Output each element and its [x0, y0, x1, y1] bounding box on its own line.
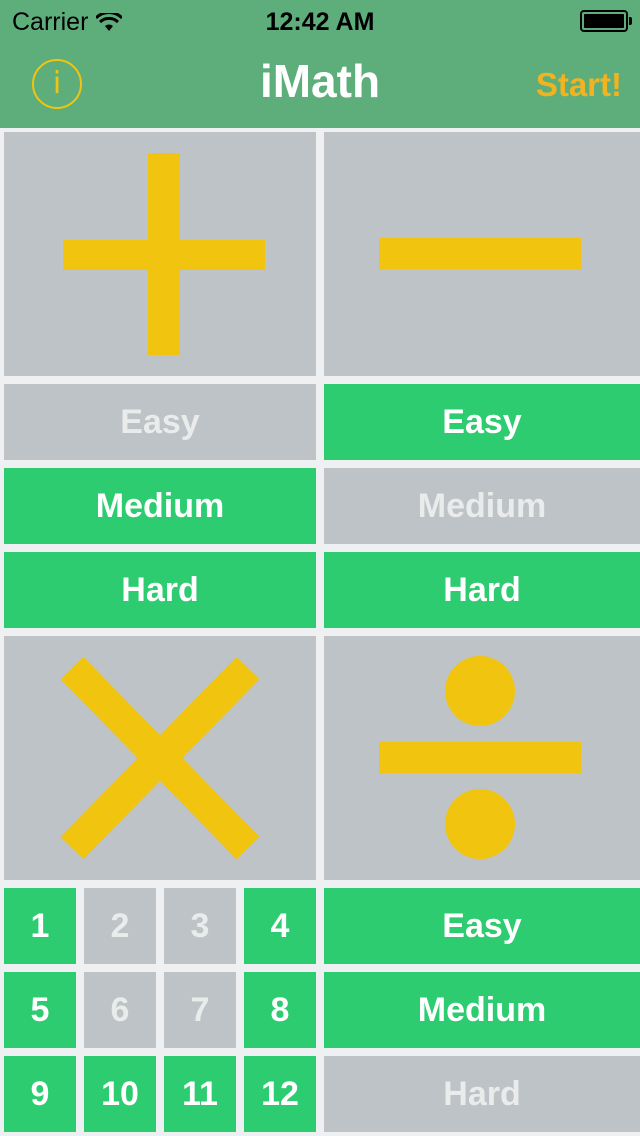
- divide-icon: [379, 656, 581, 859]
- subtraction-operator[interactable]: [324, 132, 640, 376]
- table-8-button[interactable]: 8: [244, 972, 316, 1048]
- table-9-button[interactable]: 9: [4, 1056, 76, 1132]
- difficulty-label: Hard: [443, 1074, 521, 1113]
- table-number: 3: [190, 906, 210, 945]
- table-number: 2: [110, 906, 130, 945]
- table-6-button[interactable]: 6: [84, 972, 156, 1048]
- table-number: 12: [261, 1074, 299, 1113]
- multiply-icon: [60, 656, 260, 860]
- addition-easy-button[interactable]: Easy: [4, 384, 316, 460]
- table-12-button[interactable]: 12: [244, 1056, 316, 1132]
- division-easy-button[interactable]: Easy: [324, 888, 640, 964]
- addition-hard-button[interactable]: Hard: [4, 552, 316, 628]
- table-10-button[interactable]: 10: [84, 1056, 156, 1132]
- difficulty-label: Easy: [442, 906, 522, 945]
- table-5-button[interactable]: 5: [4, 972, 76, 1048]
- plus-icon: [63, 153, 265, 355]
- subtraction-easy-button[interactable]: Easy: [324, 384, 640, 460]
- subtraction-hard-button[interactable]: Hard: [324, 552, 640, 628]
- difficulty-label: Easy: [120, 402, 200, 441]
- table-number: 4: [270, 906, 290, 945]
- multiplication-operator[interactable]: [4, 636, 316, 880]
- table-number: 11: [182, 1074, 218, 1113]
- navigation-bar: Carrier 12:42 AM i iMath Start!: [0, 0, 640, 128]
- addition-operator[interactable]: [4, 132, 316, 376]
- difficulty-label: Hard: [443, 570, 521, 609]
- table-2-button[interactable]: 2: [84, 888, 156, 964]
- start-button[interactable]: Start!: [536, 66, 622, 104]
- table-4-button[interactable]: 4: [244, 888, 316, 964]
- difficulty-label: Medium: [417, 990, 547, 1029]
- table-number: 10: [101, 1074, 139, 1113]
- table-number: 5: [30, 990, 50, 1029]
- difficulty-label: Hard: [121, 570, 199, 609]
- table-number: 1: [30, 906, 50, 945]
- status-time: 12:42 AM: [265, 8, 375, 36]
- battery-icon: [580, 10, 632, 32]
- difficulty-label: Medium: [417, 486, 547, 525]
- table-7-button[interactable]: 7: [164, 972, 236, 1048]
- difficulty-label: Medium: [95, 486, 225, 525]
- subtraction-medium-button[interactable]: Medium: [324, 468, 640, 544]
- table-number: 8: [270, 990, 290, 1029]
- minus-icon: [379, 238, 581, 269]
- table-number: 7: [190, 990, 210, 1029]
- difficulty-label: Easy: [442, 402, 522, 441]
- division-hard-button[interactable]: Hard: [324, 1056, 640, 1132]
- division-operator[interactable]: [324, 636, 640, 880]
- division-medium-button[interactable]: Medium: [324, 972, 640, 1048]
- table-1-button[interactable]: 1: [4, 888, 76, 964]
- table-3-button[interactable]: 3: [164, 888, 236, 964]
- table-number: 6: [110, 990, 130, 1029]
- addition-medium-button[interactable]: Medium: [4, 468, 316, 544]
- table-number: 9: [30, 1074, 50, 1113]
- table-11-button[interactable]: 11: [164, 1056, 236, 1132]
- status-bar: Carrier 12:42 AM: [0, 0, 640, 40]
